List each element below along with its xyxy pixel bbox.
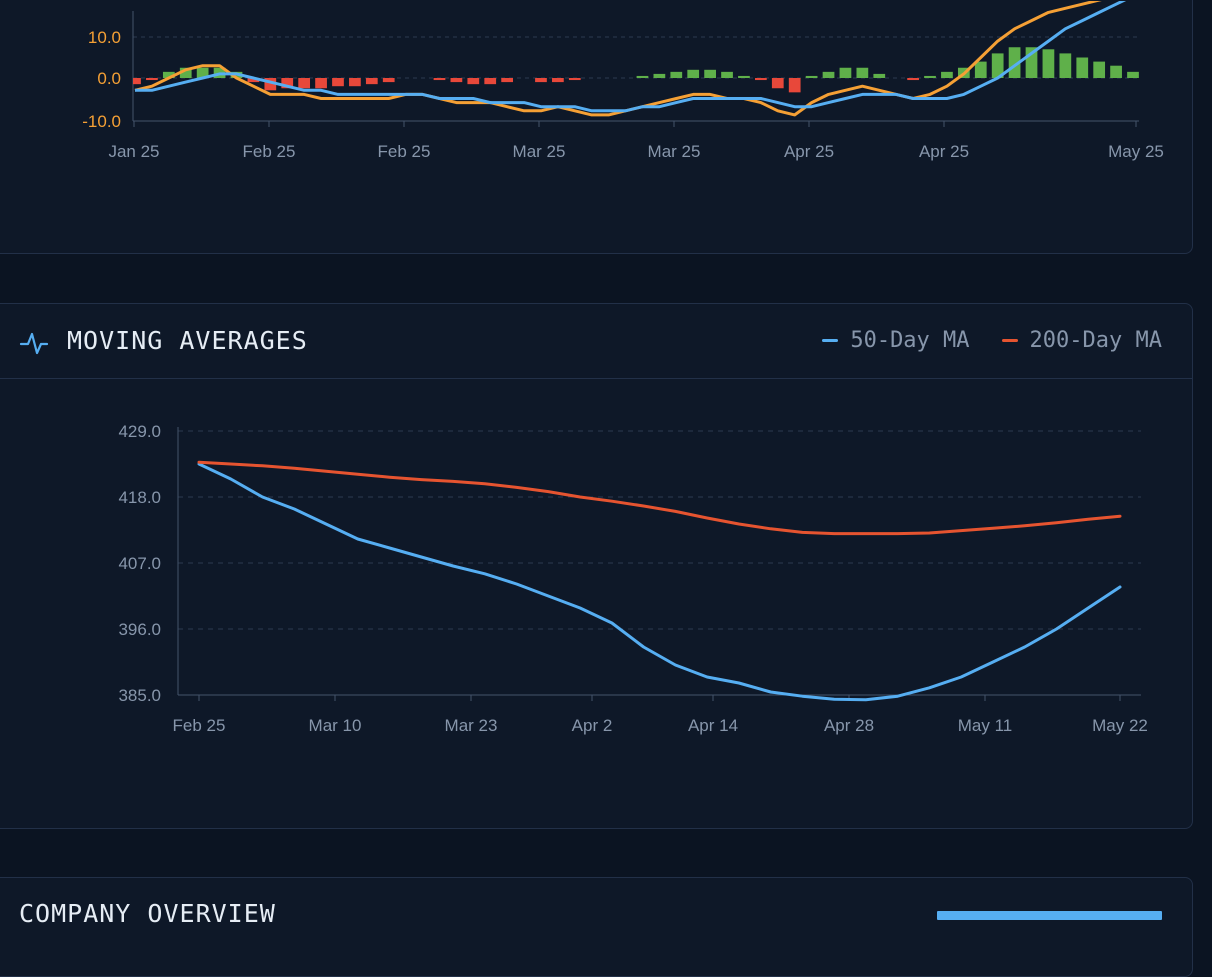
- x-tick-label: Feb 25: [243, 142, 296, 161]
- macd-line: [134, 1, 1102, 117]
- company-overview-title: COMPANY OVERVIEW: [19, 899, 276, 928]
- moving-averages-card: MOVING AVERAGES 50-Day MA 200-Day MA 429…: [0, 303, 1193, 829]
- histogram-bar: [1127, 71, 1139, 78]
- x-tick-label: May 11: [958, 716, 1013, 735]
- histogram-bar: [535, 78, 547, 83]
- histogram-bar: [653, 73, 666, 78]
- x-tick-label: Apr 14: [688, 716, 738, 735]
- histogram-bar: [484, 78, 497, 85]
- histogram-bar: [1110, 65, 1122, 78]
- histogram-bar: [349, 78, 361, 87]
- ma200-line: [197, 460, 1122, 536]
- histogram-bar: [552, 78, 564, 83]
- histogram-bar: [1093, 61, 1106, 78]
- legend-label-50: 50-Day MA: [850, 328, 970, 353]
- y-tick-label: 0.0: [97, 69, 121, 88]
- histogram-bar: [501, 78, 514, 83]
- histogram-bar: [974, 61, 987, 78]
- macd-chart: 10.0 0.0 -10.0 Jan 25 Feb 25 Feb 25 Mar 25 Mar …: [82, 1, 1164, 161]
- x-tick-label: May 25: [1108, 142, 1164, 161]
- moving-averages-header: MOVING AVERAGES 50-Day MA 200-Day MA: [0, 304, 1192, 379]
- x-tick-label: Feb 25: [173, 716, 226, 735]
- y-tick-label: 396.0: [118, 620, 161, 639]
- histogram-bar: [1059, 53, 1072, 78]
- y-tick-label: -10.0: [82, 112, 121, 131]
- y-tick-label: 407.0: [118, 554, 161, 573]
- company-overview-card: COMPANY OVERVIEW: [0, 877, 1193, 977]
- x-tick-label: Apr 25: [784, 142, 834, 161]
- histogram-bar: [433, 78, 446, 81]
- histogram-bar: [133, 78, 141, 85]
- histogram-bar: [687, 69, 700, 78]
- histogram-bar: [788, 78, 801, 93]
- histogram-bar: [1042, 49, 1055, 78]
- chart-legend: 50-Day MA 200-Day MA: [790, 328, 1162, 353]
- histogram-bar: [365, 78, 378, 85]
- histogram-bar: [907, 78, 919, 81]
- histogram-bar: [315, 78, 327, 89]
- histogram-bar: [332, 78, 344, 87]
- histogram-bar: [450, 78, 463, 83]
- x-tick-label: Feb 25: [378, 142, 431, 161]
- legend-swatch-50: [822, 339, 839, 342]
- legend-swatch-200: [1001, 339, 1018, 342]
- y-tick-label: 418.0: [118, 488, 161, 507]
- histogram-bar: [805, 75, 818, 78]
- histogram-bar: [856, 67, 869, 78]
- x-tick-label: Apr 28: [824, 716, 874, 735]
- x-tick-label: Mar 10: [309, 716, 362, 735]
- histogram-bar: [924, 75, 936, 78]
- histogram-bar: [467, 78, 480, 85]
- x-tick-label: Mar 23: [445, 716, 498, 735]
- histogram-bar: [822, 71, 835, 78]
- legend-label-200: 200-Day MA: [1029, 328, 1162, 353]
- overview-accent-bar: [937, 911, 1162, 920]
- ma50-line: [197, 462, 1122, 702]
- histogram-bar: [568, 78, 581, 81]
- moving-averages-title: MOVING AVERAGES: [67, 326, 308, 355]
- histogram-bar: [636, 75, 649, 78]
- x-tick-label: Mar 25: [513, 142, 566, 161]
- histogram-bar: [382, 78, 395, 83]
- x-tick-label: Apr 25: [919, 142, 969, 161]
- histogram-bar: [941, 71, 953, 78]
- macd-card: 10.0 0.0 -10.0 Jan 25 Feb 25 Feb 25 Mar 25 Mar …: [0, 0, 1193, 254]
- x-tick-label: Jan 25: [108, 142, 159, 161]
- pulse-icon: [19, 332, 49, 355]
- histogram-bar: [298, 78, 311, 89]
- x-tick-label: May 22: [1092, 716, 1148, 735]
- histogram-bar: [670, 71, 683, 78]
- histogram-bar: [1076, 57, 1089, 78]
- histogram-bar: [771, 78, 784, 89]
- histogram-bar: [839, 67, 852, 78]
- histogram-bar: [721, 71, 733, 78]
- histogram-bar: [738, 75, 750, 78]
- y-tick-label: 10.0: [88, 28, 121, 47]
- moving-averages-chart: 429.0 418.0 407.0 396.0 385.0 Feb 25 Mar 10 Mar…: [118, 422, 1148, 735]
- histogram-bar: [873, 73, 886, 78]
- x-tick-label: Mar 25: [648, 142, 701, 161]
- y-tick-label: 429.0: [118, 422, 161, 441]
- legend-item-200-day-ma[interactable]: 200-Day MA: [1001, 328, 1162, 353]
- x-tick-label: Apr 2: [572, 716, 613, 735]
- y-tick-label: 385.0: [118, 686, 161, 705]
- histogram-bar: [146, 78, 158, 81]
- histogram-bar: [704, 69, 716, 78]
- legend-item-50-day-ma[interactable]: 50-Day MA: [822, 328, 970, 353]
- histogram-bar: [754, 78, 767, 81]
